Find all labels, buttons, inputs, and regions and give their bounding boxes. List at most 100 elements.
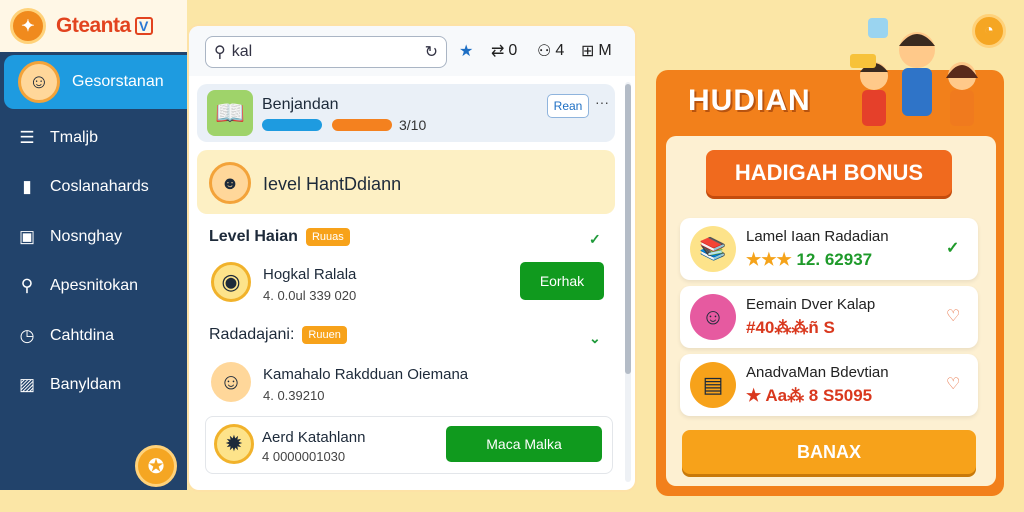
help-button[interactable]: ✪: [135, 445, 177, 487]
reward-item[interactable]: ▤ AnadvaMan Bdevtian ★ Aa⁂ 8 S5095 ♡: [680, 354, 978, 416]
read-button[interactable]: Rean: [547, 94, 589, 118]
sidebar-item-active[interactable]: ☺ Gesorstanan: [4, 55, 187, 109]
reward-title: AnadvaMan Bdevtian: [746, 364, 889, 381]
list-item[interactable]: ◉ Hogkal Ralala 4. 0.0ul 339 020 Eorhak: [209, 258, 609, 312]
status-badge: Ruuas: [305, 228, 350, 246]
group-icon: ⚇: [537, 43, 552, 60]
stat-value: M: [598, 42, 612, 59]
calendar-icon: ▣: [18, 227, 36, 246]
refresh-icon[interactable]: ↻: [425, 42, 438, 62]
stat-value: 0: [508, 42, 518, 59]
sidebar-item-label: Banyldam: [50, 376, 122, 393]
sidebar-item-label: Coslanahards: [50, 178, 149, 195]
character-avatar: ☻: [209, 162, 251, 204]
progress-count: 3/10: [399, 117, 427, 133]
list-item[interactable]: ✹ Aerd Katahlann 4 0000001030 Maca Malka: [205, 416, 613, 474]
reward-value: #40⁂⁂ñ S: [746, 318, 835, 337]
list-icon: ☰: [19, 128, 35, 147]
badge-icon: ✹: [214, 424, 254, 464]
bonus-action-button[interactable]: BANAX: [682, 430, 976, 474]
item-title: Aerd Katahlann: [262, 429, 366, 446]
card-title: Benjandan: [262, 96, 339, 113]
chevron-down-icon[interactable]: ⌄: [589, 330, 601, 347]
card-title: Ievel HantDdiann: [263, 174, 402, 194]
level-card[interactable]: ☻ Ievel HantDdiann: [197, 150, 615, 214]
stat-value: 4: [555, 42, 565, 59]
notification-icon[interactable]: ◔: [972, 14, 1006, 48]
chart-icon: ▨: [18, 375, 36, 394]
reward-item[interactable]: 📚 Lamel Iaan Radadian ★★★ 12. 62937 ✓: [680, 218, 978, 280]
search-icon: ⚲: [20, 276, 34, 295]
panel-title: HUDIAN: [688, 84, 811, 117]
logo-bar: ✦ Gteanta V: [0, 0, 187, 52]
chevron-down-icon[interactable]: ✓: [589, 231, 601, 248]
character-icon: ☺: [211, 362, 251, 402]
progress-bar-orange: [332, 119, 392, 131]
star-icon[interactable]: ★: [459, 41, 473, 61]
open-book-icon: 📖: [207, 90, 253, 136]
claim-button[interactable]: Eorhak: [520, 262, 604, 300]
list-item[interactable]: ☺ Kamahalo Rakdduan Oiemana 4. 0.39210: [209, 358, 609, 412]
content-panel: ⚲ kal ↻ ★ ⇄ 0 ⚇ 4 ⊞ M 📖 Benjandan 3/10 R…: [189, 26, 635, 490]
reward-title: Lamel Iaan Radadian: [746, 228, 889, 245]
search-input[interactable]: kal: [232, 43, 425, 61]
sidebar-item-label: Cahtdina: [50, 327, 115, 344]
kids-illustration: [850, 18, 978, 126]
sidebar-item-5[interactable]: ◷ Cahtdina: [0, 316, 187, 356]
section-header-rewards: Radadajani: Ruuen: [209, 326, 347, 344]
medal-icon: ✪: [147, 455, 165, 478]
sidebar-item-label: Apesnitokan: [50, 277, 139, 294]
app-logo-icon: ✦: [10, 8, 46, 44]
bonus-panel: HUDIAN HADIGAH BONUS 📚 Lamel Iaan Radadi…: [656, 70, 1004, 496]
search-icon: ⚲: [214, 44, 226, 61]
item-subtitle: 4 0000001030: [262, 449, 346, 464]
sidebar-item-label: Tmaljb: [50, 129, 99, 146]
book-icon: ▮: [22, 177, 32, 196]
clock-icon: ◷: [19, 326, 35, 345]
status-badge: Ruuen: [302, 326, 347, 344]
more-options-icon[interactable]: ···: [595, 94, 609, 110]
check-icon[interactable]: ✓: [946, 238, 959, 258]
section-title: Radadajani:: [209, 326, 295, 343]
coin-icon: ◉: [211, 262, 251, 302]
book-character-icon: 📚: [690, 226, 736, 272]
bonus-banner: HADIGAH BONUS: [706, 150, 952, 196]
sidebar: ✦ Gteanta V ☺ Gesorstanan ☰ Tmaljb ▮ Cos…: [0, 0, 187, 490]
stat-compare[interactable]: ⇄ 0: [491, 41, 517, 61]
sidebar-item-3[interactable]: ▣ Nosnghay: [0, 217, 187, 257]
reward-title: Eemain Dver Kalap: [746, 296, 876, 313]
document-icon: ▤: [690, 362, 736, 408]
avatar: ☺: [18, 61, 60, 103]
stat-grid[interactable]: ⊞ M: [581, 41, 612, 61]
scrollbar-thumb[interactable]: [625, 84, 631, 374]
sidebar-item-label: Gesorstanan: [72, 73, 164, 90]
rating-stars: ★★★: [746, 250, 792, 269]
heart-icon[interactable]: ♡: [946, 306, 960, 326]
item-title: Kamahalo Rakdduan Oiemana: [263, 366, 469, 383]
item-subtitle: 4. 0.0ul 339 020: [263, 288, 357, 303]
read-more-button[interactable]: Maca Malka: [446, 426, 602, 462]
section-title: Level Haian: [209, 228, 298, 245]
logo-check-icon: V: [134, 17, 153, 35]
sidebar-item-label: Nosnghay: [50, 228, 123, 245]
item-title: Hogkal Ralala: [263, 266, 357, 283]
section-header-level: Level Haian Ruuas: [209, 228, 350, 246]
progress-bar-blue: [262, 119, 322, 131]
reward-value: ★★★ 12. 62937: [746, 250, 873, 269]
compare-icon: ⇄: [491, 43, 505, 60]
character-icon: ☺: [690, 294, 736, 340]
progress-card[interactable]: 📖 Benjandan 3/10 Rean ···: [197, 84, 615, 142]
sidebar-item-4[interactable]: ⚲ Apesnitokan: [0, 266, 187, 306]
app-logo-text: Gteanta: [56, 14, 131, 37]
sidebar-item-6[interactable]: ▨ Banyldam: [0, 365, 187, 405]
reward-item[interactable]: ☺ Eemain Dver Kalap #40⁂⁂ñ S ♡: [680, 286, 978, 348]
sidebar-item-1[interactable]: ☰ Tmaljb: [0, 118, 187, 158]
sidebar-item-2[interactable]: ▮ Coslanahards: [0, 167, 187, 207]
item-subtitle: 4. 0.39210: [263, 388, 325, 403]
grid-icon: ⊞: [581, 43, 595, 60]
toolbar: ⚲ kal ↻ ★ ⇄ 0 ⚇ 4 ⊞ M: [189, 26, 635, 76]
stat-group[interactable]: ⚇ 4: [537, 41, 564, 61]
heart-icon[interactable]: ♡: [946, 374, 960, 394]
search-box[interactable]: ⚲ kal ↻: [205, 36, 447, 68]
reward-value: ★ Aa⁂ 8 S5095: [746, 386, 873, 405]
